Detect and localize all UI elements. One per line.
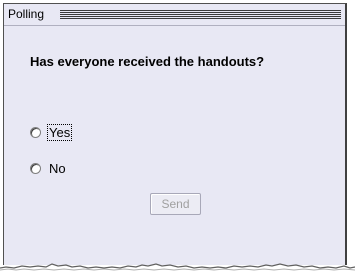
- panel-title: Polling: [8, 7, 45, 21]
- poll-question: Has everyone received the handouts?: [30, 54, 265, 69]
- panel-titlebar[interactable]: Polling: [4, 4, 345, 25]
- option-yes-label[interactable]: Yes: [46, 123, 73, 141]
- torn-edge: [0, 263, 355, 273]
- titlebar-grip[interactable]: [60, 10, 341, 19]
- option-no-label[interactable]: No: [48, 161, 67, 176]
- radio-no[interactable]: [30, 162, 41, 174]
- option-yes[interactable]: Yes: [30, 123, 73, 141]
- option-no[interactable]: No: [30, 160, 67, 176]
- send-button[interactable]: Send: [150, 193, 201, 215]
- radio-yes[interactable]: [30, 126, 41, 138]
